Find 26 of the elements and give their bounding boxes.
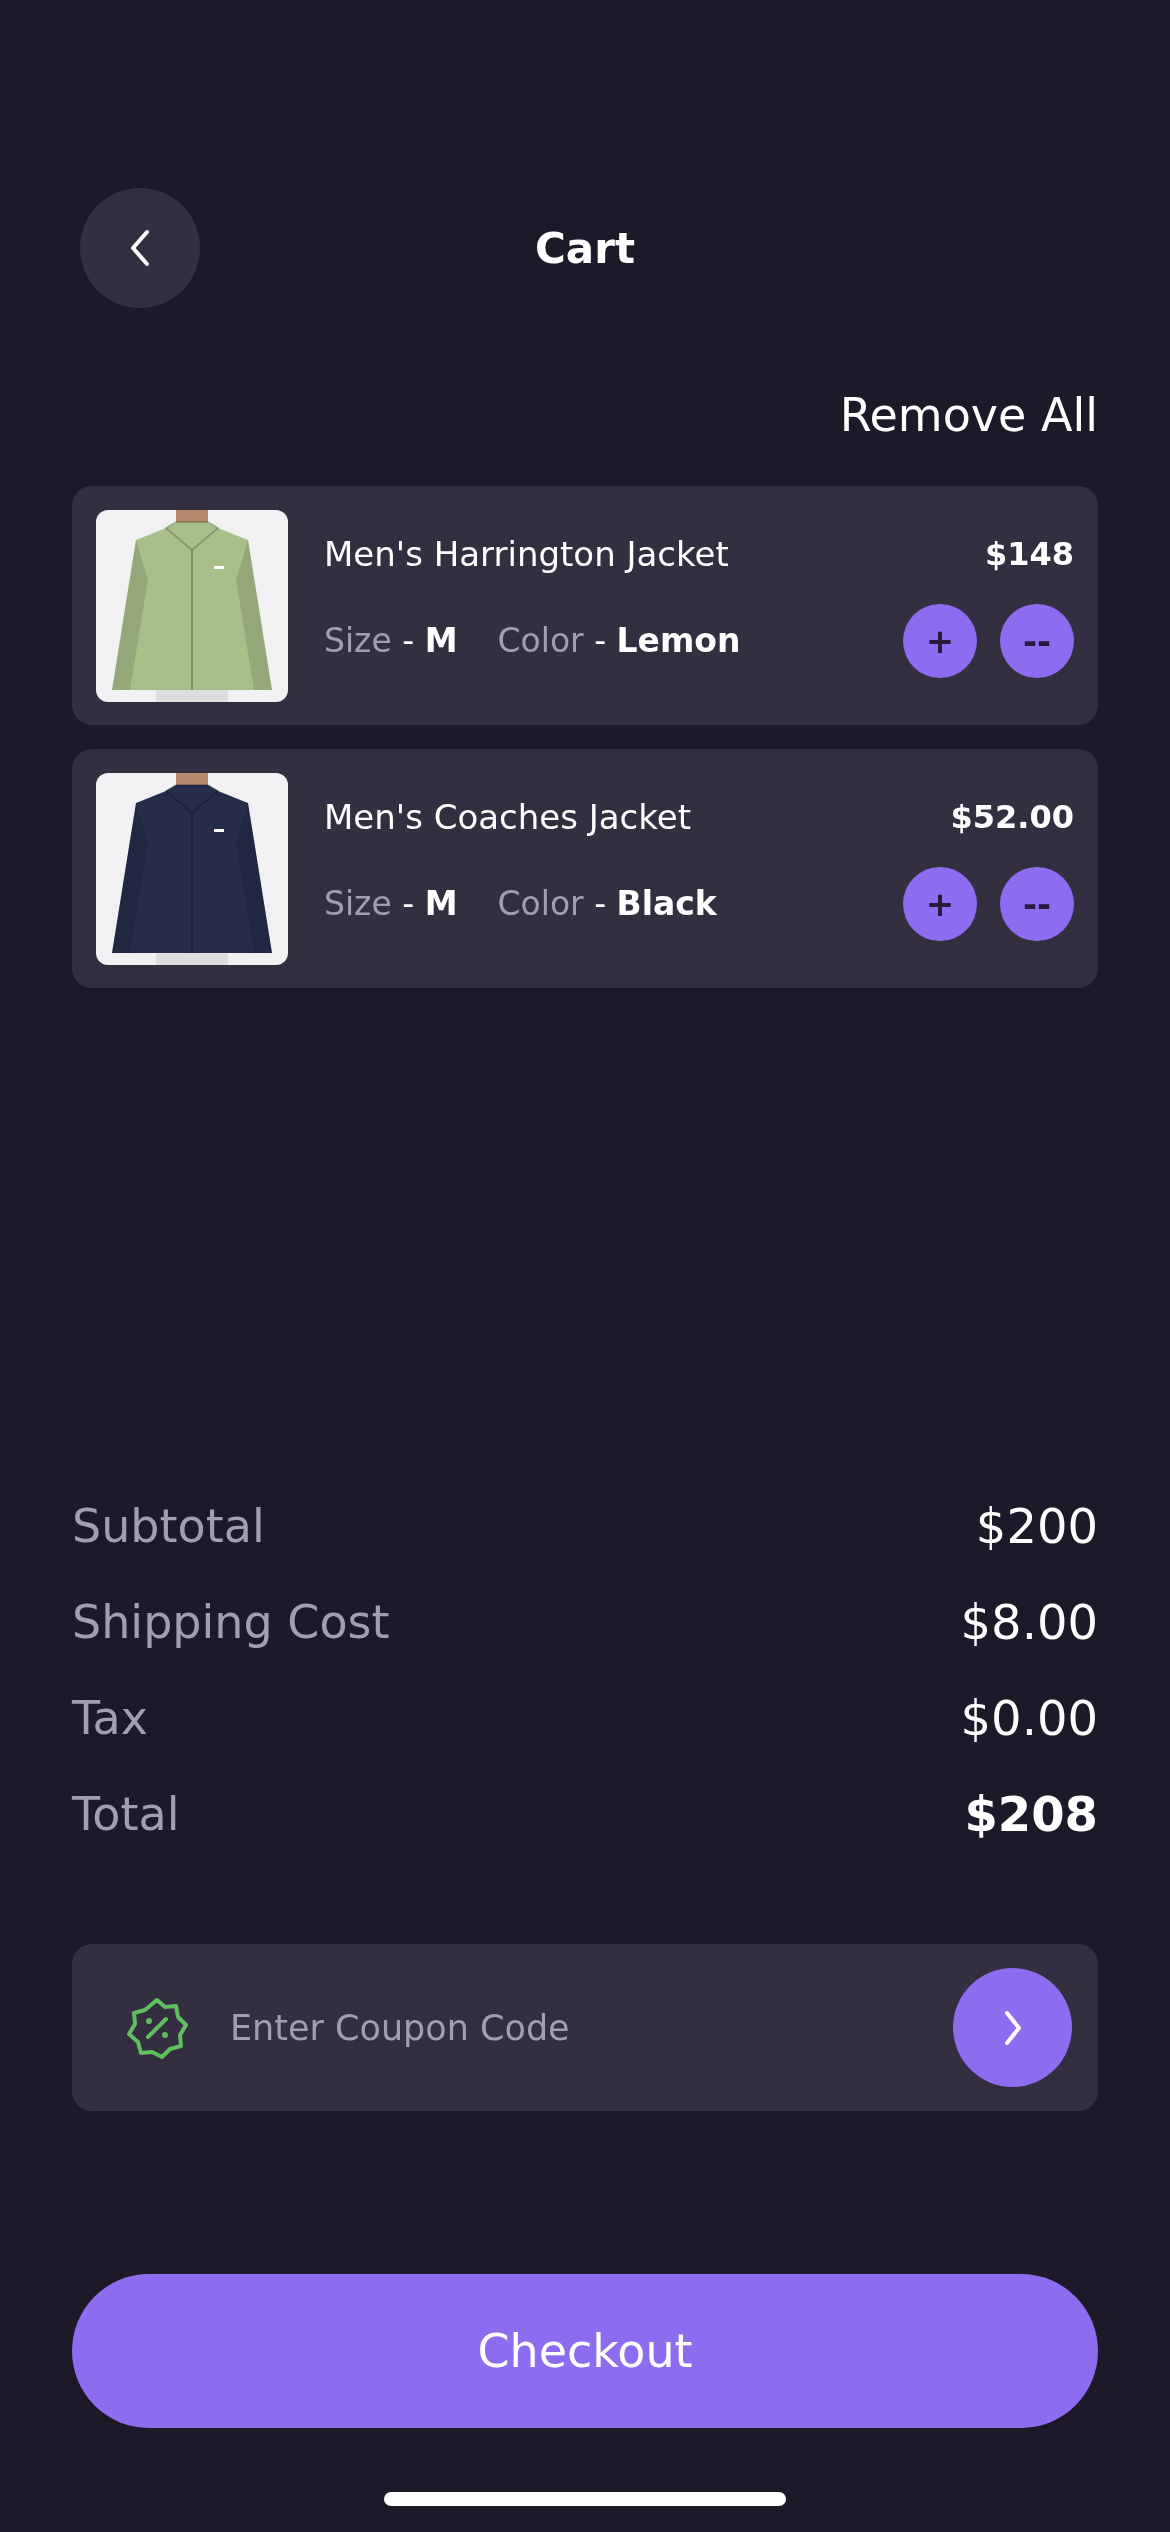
size-option: Size - M xyxy=(324,621,458,660)
chevron-left-icon xyxy=(129,228,151,268)
summary-label: Tax xyxy=(72,1691,148,1745)
product-name: Men's Coaches Jacket xyxy=(324,796,691,837)
checkout-button[interactable]: Checkout xyxy=(72,2274,1098,2428)
summary-label: Shipping Cost xyxy=(72,1595,390,1649)
page-title: Cart xyxy=(534,223,636,273)
increase-button[interactable]: + xyxy=(903,866,977,941)
summary-value: $208 xyxy=(964,1786,1098,1842)
summary-value: $200 xyxy=(975,1498,1098,1554)
decrease-button[interactable]: -- xyxy=(1000,603,1074,678)
summary-value: $8.00 xyxy=(960,1594,1098,1650)
product-name: Men's Harrington Jacket xyxy=(324,533,729,574)
size-option: Size - M xyxy=(324,884,458,923)
remove-all-link[interactable]: Remove All xyxy=(839,388,1098,442)
color-option: Color - Lemon xyxy=(497,621,741,660)
product-price: $52.00 xyxy=(950,797,1074,836)
summary-label: Subtotal xyxy=(72,1499,265,1553)
summary-label: Total xyxy=(72,1787,180,1841)
product-price: $148 xyxy=(984,534,1074,573)
decrease-button[interactable]: -- xyxy=(1000,866,1074,941)
increase-button[interactable]: + xyxy=(903,603,977,678)
coupon-field[interactable]: Enter Coupon Code xyxy=(230,1997,913,2058)
chevron-right-icon xyxy=(1002,2008,1023,2047)
summary-value: $0.00 xyxy=(960,1690,1098,1746)
color-option: Color - Black xyxy=(497,884,717,923)
